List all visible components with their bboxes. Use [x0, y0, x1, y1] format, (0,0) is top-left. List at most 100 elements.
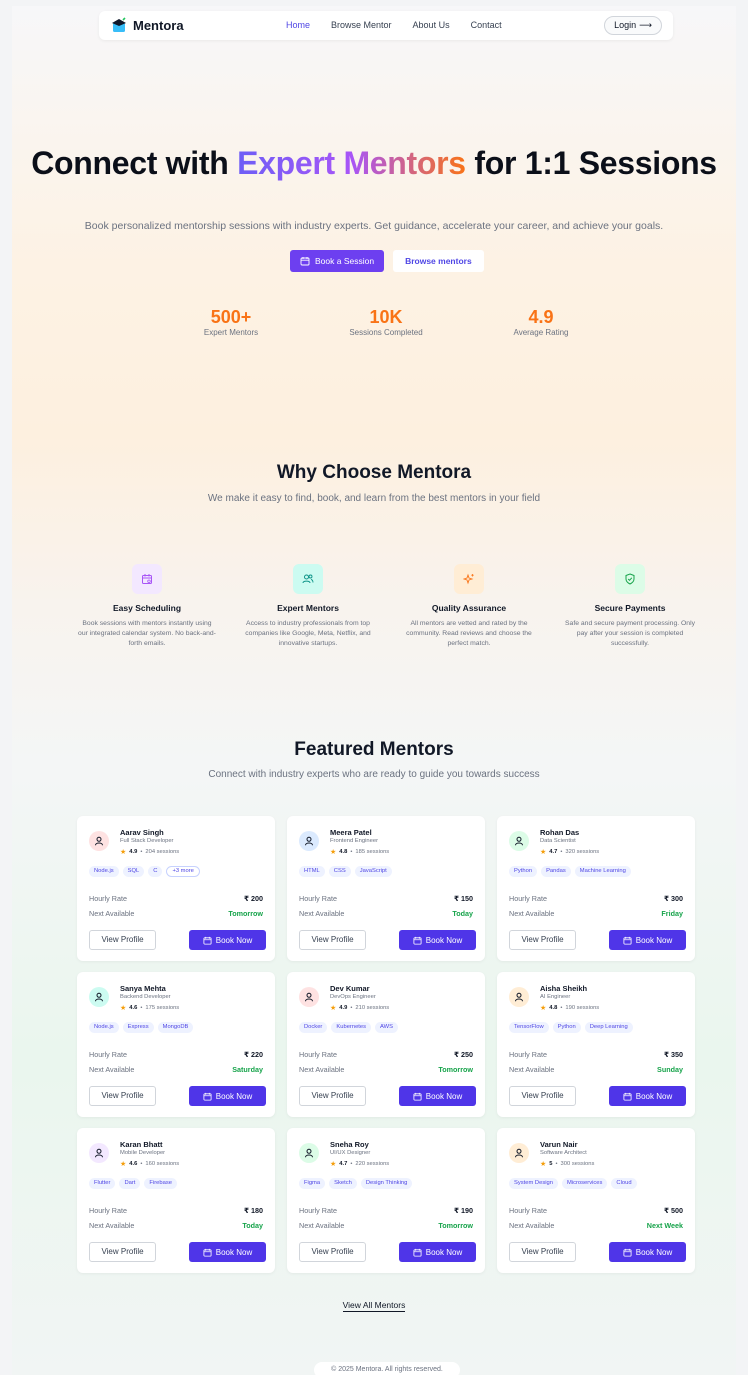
- avatar: [509, 1143, 529, 1163]
- mentor-role: DevOps Engineer: [330, 994, 376, 1000]
- view-profile-button[interactable]: View Profile: [299, 930, 366, 950]
- hourly-rate-row: Hourly Rate ₹ 190: [299, 1206, 473, 1215]
- skill-tag: Express: [122, 1022, 154, 1033]
- mentor-role: Frontend Engineer: [330, 838, 379, 844]
- view-profile-button[interactable]: View Profile: [89, 930, 156, 950]
- nav-link-about-us[interactable]: About Us: [413, 20, 450, 30]
- mentor-card: Aisha Sheikh AI Engineer ★ 4.8 • 190 ses…: [497, 972, 695, 1117]
- book-now-label: Book Now: [635, 1247, 673, 1257]
- login-button[interactable]: Login ⟶: [604, 16, 662, 35]
- star-icon: ★: [120, 1005, 127, 1012]
- user-icon: [305, 992, 313, 1002]
- avatar: [89, 987, 109, 1007]
- nav-link-home[interactable]: Home: [286, 20, 310, 30]
- skill-tag: MongoDB: [157, 1022, 194, 1033]
- book-now-button[interactable]: Book Now: [399, 1242, 476, 1262]
- star-icon: ★: [540, 1005, 547, 1012]
- book-now-button[interactable]: Book Now: [189, 930, 266, 950]
- view-all-label: View All Mentors: [342, 1300, 406, 1312]
- next-available-row: Next Available Tomorrow: [299, 1221, 473, 1230]
- skill-tags: Python Pandas Machine Learning: [509, 866, 631, 877]
- hourly-rate-label: Hourly Rate: [299, 1050, 337, 1059]
- next-available-row: Next Available Tomorrow: [299, 1065, 473, 1074]
- star-icon: ★: [120, 1161, 127, 1168]
- view-profile-button[interactable]: View Profile: [299, 1086, 366, 1106]
- book-now-button[interactable]: Book Now: [609, 1242, 686, 1262]
- rating-value: 4.6: [129, 1005, 138, 1011]
- users-icon: [293, 564, 323, 594]
- book-now-button[interactable]: Book Now: [189, 1242, 266, 1262]
- mentor-role: Mobile Developer: [120, 1150, 166, 1156]
- book-now-button[interactable]: Book Now: [189, 1086, 266, 1106]
- avatar: [89, 1143, 109, 1163]
- book-now-label: Book Now: [215, 935, 253, 945]
- browse-mentors-button[interactable]: Browse mentors: [393, 250, 484, 272]
- user-icon: [515, 836, 523, 846]
- session-count: 320 sessions: [565, 849, 600, 855]
- mentor-name: Sneha Roy: [330, 1140, 369, 1149]
- book-now-button[interactable]: Book Now: [609, 1086, 686, 1106]
- next-available-label: Next Available: [509, 909, 555, 918]
- user-icon: [305, 1148, 313, 1158]
- view-profile-button[interactable]: View Profile: [509, 930, 576, 950]
- star-icon: ★: [540, 1161, 547, 1168]
- avatar: [299, 1143, 319, 1163]
- next-available-value: Next Week: [646, 1221, 683, 1230]
- view-profile-button[interactable]: View Profile: [509, 1242, 576, 1262]
- nav-link-browse-mentor[interactable]: Browse Mentor: [331, 20, 392, 30]
- feature-expert-mentors: Expert Mentors Access to industry profes…: [238, 564, 378, 649]
- skill-tags: Docker Kubernetes AWS: [299, 1022, 399, 1033]
- book-now-button[interactable]: Book Now: [399, 930, 476, 950]
- stat-rating: 4.9 Average Rating: [481, 306, 601, 337]
- footer: © 2025 Mentora. All rights reserved.: [314, 1362, 460, 1375]
- feature-desc: All mentors are vetted and rated by the …: [406, 620, 532, 647]
- skill-tag: Python: [552, 1022, 581, 1033]
- book-now-button[interactable]: Book Now: [399, 1086, 476, 1106]
- featured-title: Featured Mentors: [294, 739, 454, 760]
- feature-secure-payments: Secure Payments Safe and secure payment …: [560, 564, 700, 649]
- skill-tags: Node.js SQL C +3 more: [89, 866, 200, 877]
- user-icon: [515, 992, 523, 1002]
- session-count: 160 sessions: [145, 1161, 180, 1167]
- page: Mentora Home Browse Mentor About Us Cont…: [12, 6, 736, 1375]
- book-now-label: Book Now: [635, 1091, 673, 1101]
- view-profile-button[interactable]: View Profile: [89, 1242, 156, 1262]
- more-tags-badge[interactable]: +3 more: [166, 866, 200, 877]
- skill-tag: Node.js: [89, 866, 119, 877]
- brand[interactable]: Mentora: [111, 17, 184, 33]
- view-profile-button[interactable]: View Profile: [299, 1242, 366, 1262]
- user-icon: [305, 836, 313, 846]
- mentor-name: Aarav Singh: [120, 828, 164, 837]
- book-now-label: Book Now: [425, 1091, 463, 1101]
- book-now-button[interactable]: Book Now: [609, 930, 686, 950]
- session-count: 210 sessions: [355, 1005, 390, 1011]
- session-count: 175 sessions: [145, 1005, 180, 1011]
- hero-title-pre: Connect with: [31, 145, 238, 181]
- star-icon: ★: [330, 1161, 337, 1168]
- avatar: [89, 831, 109, 851]
- mentor-card: Rohan Das Data Scientist ★ 4.7 • 320 ses…: [497, 816, 695, 961]
- hero-title-post: for 1:1 Sessions: [465, 145, 717, 181]
- brand-name: Mentora: [133, 17, 184, 33]
- skill-tags: Flutter Dart Firebase: [89, 1178, 177, 1189]
- book-session-button[interactable]: Book a Session: [290, 250, 385, 272]
- stat-label: Sessions Completed: [349, 328, 423, 337]
- rating-sep: •: [350, 849, 353, 855]
- star-icon: ★: [120, 849, 127, 856]
- next-available-row: Next Available Friday: [509, 909, 683, 918]
- nav-link-contact[interactable]: Contact: [471, 20, 502, 30]
- view-all-mentors-link[interactable]: View All Mentors: [12, 1300, 736, 1312]
- skill-tag: Dart: [119, 1178, 141, 1189]
- calendar-icon: [203, 936, 212, 945]
- why-title: Why Choose Mentora: [276, 462, 472, 483]
- browse-mentors-label: Browse mentors: [405, 256, 472, 266]
- view-profile-button[interactable]: View Profile: [509, 1086, 576, 1106]
- mentor-role: UI/UX Designer: [330, 1150, 371, 1156]
- mentor-role: Full Stack Developer: [120, 838, 174, 844]
- view-profile-button[interactable]: View Profile: [89, 1086, 156, 1106]
- avatar: [509, 987, 529, 1007]
- skill-tag: Python: [509, 866, 538, 877]
- skill-tags: System Design Microservices Cloud: [509, 1178, 637, 1189]
- skill-tag: Sketch: [329, 1178, 357, 1189]
- next-available-row: Next Available Tomorrow: [89, 909, 263, 918]
